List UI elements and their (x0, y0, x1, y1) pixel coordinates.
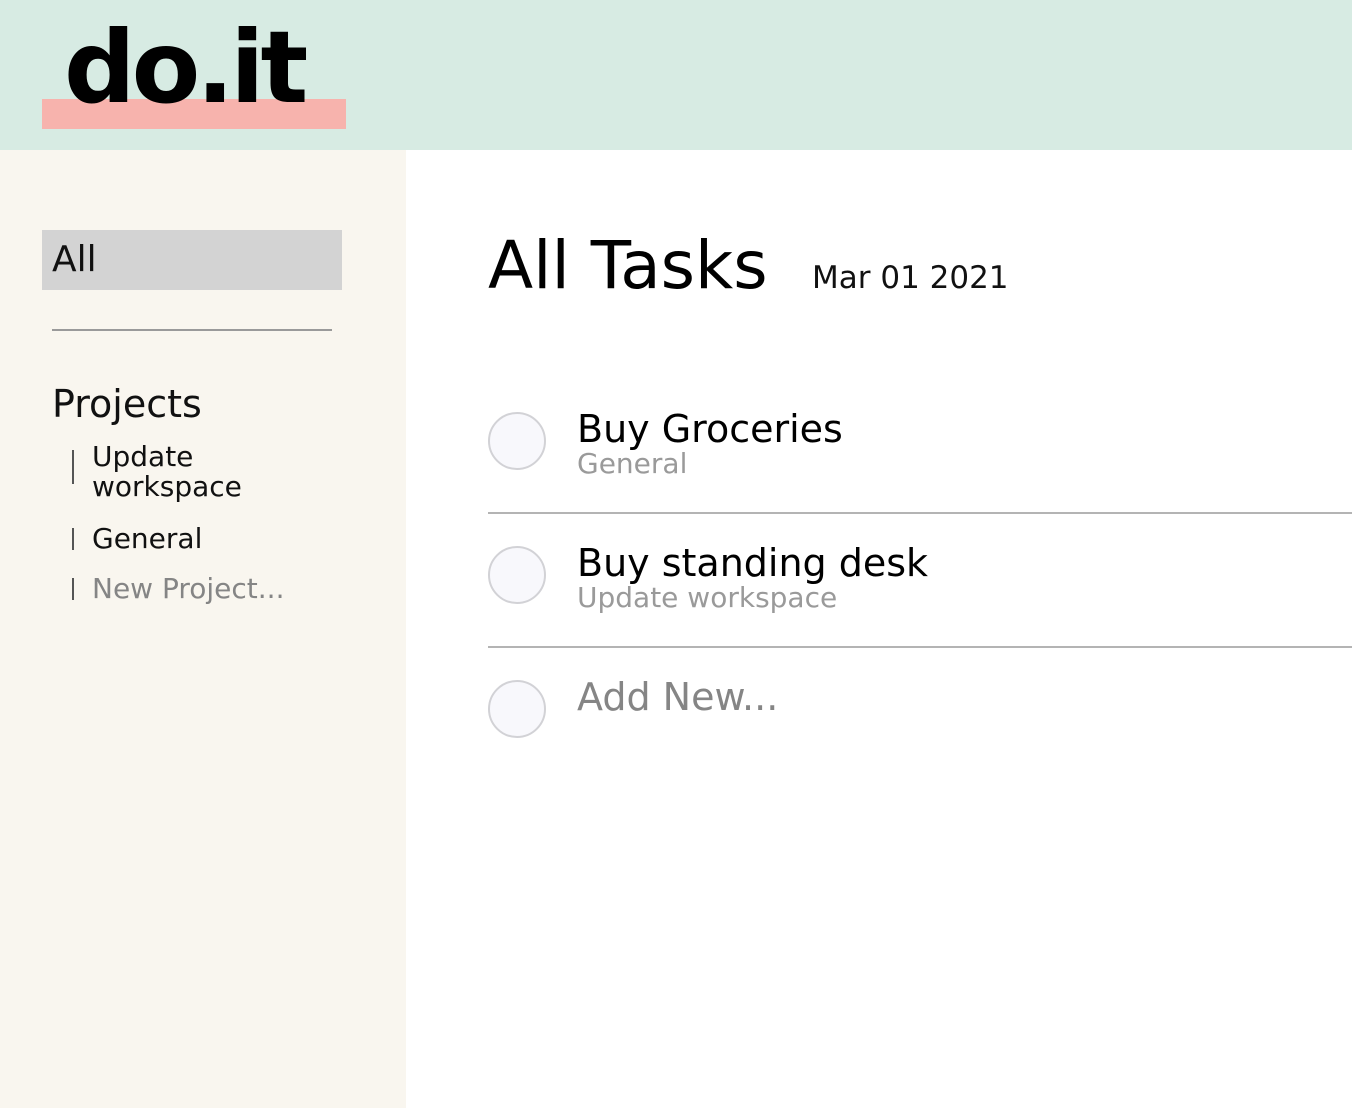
sidebar-project-label: General (92, 522, 203, 555)
sidebar-item-all[interactable]: All (42, 230, 342, 290)
task-divider (488, 512, 1352, 514)
sidebar-project-general[interactable]: General (72, 524, 332, 554)
add-task-row: Add New... (488, 675, 1352, 814)
task-divider (488, 646, 1352, 648)
projects-heading: Projects (52, 382, 202, 426)
add-new-task-input[interactable]: Add New... (577, 674, 778, 720)
logo-text: do.it (64, 9, 308, 126)
sidebar-project-label: Update workspace (92, 440, 242, 503)
project-indicator-bar (72, 450, 74, 484)
task-checkbox[interactable] (488, 412, 546, 470)
task-row: Buy standing desk Update workspace (488, 541, 1352, 680)
logo[interactable]: do.it (42, 9, 346, 129)
task-project-label: Update workspace (577, 581, 838, 614)
project-indicator-bar (72, 528, 74, 550)
add-task-checkbox[interactable] (488, 680, 546, 738)
new-project-label: New Project... (92, 572, 285, 605)
task-project-label: General (577, 447, 688, 480)
task-checkbox[interactable] (488, 546, 546, 604)
project-indicator-bar (72, 578, 74, 600)
page-date: Mar 01 2021 (812, 260, 1009, 296)
app-header: do.it (0, 0, 1352, 150)
sidebar: All Projects Update workspace General Ne… (0, 150, 406, 1108)
page-title: All Tasks (488, 227, 768, 304)
sidebar-project-update-workspace[interactable]: Update workspace (72, 442, 332, 502)
task-row: Buy Groceries General (488, 407, 1352, 546)
new-project-input[interactable]: New Project... (72, 574, 332, 604)
sidebar-divider (52, 329, 332, 331)
